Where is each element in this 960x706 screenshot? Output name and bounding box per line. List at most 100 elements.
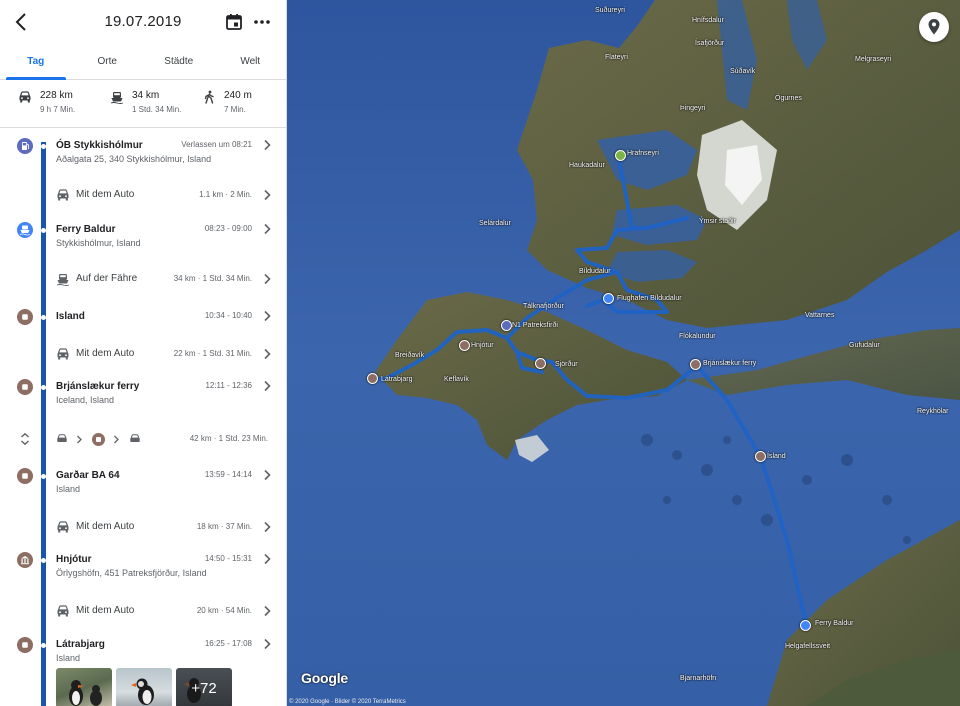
move-label: Mit dem Auto <box>76 605 135 616</box>
map-label: Hrafnseyri <box>627 150 659 157</box>
map-label: Helgafellssveit <box>785 643 831 650</box>
calendar-icon[interactable] <box>224 12 244 32</box>
stop-time: 13:59 - 14:14 <box>204 470 252 479</box>
timeline-stop[interactable]: ÓB Stykkishólmur Verlassen um 08:21 Aðal… <box>0 138 286 168</box>
map-label: Haukadalur <box>569 162 605 169</box>
chevron-right-icon <box>264 380 271 392</box>
move-detail: 20 km · 54 Min. <box>196 606 252 615</box>
airport-pin[interactable] <box>603 293 614 304</box>
place-pin[interactable] <box>459 340 470 351</box>
map-label: Hnífsdalur <box>692 17 724 24</box>
photo-thumbnail[interactable] <box>56 668 112 706</box>
map-label: Látrabjarg <box>381 376 413 383</box>
map-label: Bíldudalur <box>579 268 611 275</box>
timeline-move[interactable]: Mit dem Auto 22 km · 1 Std. 31 Min. <box>0 347 286 363</box>
satellite-map[interactable] <box>287 0 960 706</box>
map-label: Suðureyri <box>595 7 625 14</box>
location-button[interactable] <box>919 12 949 42</box>
chevron-right-icon <box>264 310 271 322</box>
more-photos-button[interactable]: +72 <box>176 668 232 706</box>
map-label: Ferry Baldur <box>815 620 854 627</box>
stop-name: Garðar BA 64 <box>56 470 120 481</box>
move-detail: 1.1 km · 2 Min. <box>199 190 252 199</box>
summary-walk-distance: 240 m <box>224 90 252 101</box>
stop-time: 10:34 - 10:40 <box>204 311 252 320</box>
car-icon <box>130 434 140 442</box>
car-icon <box>19 91 31 103</box>
map-attribution[interactable]: © 2020 Google · Bilder © 2020 TerraMetri… <box>289 699 406 705</box>
timeline-stop[interactable]: Island 10:34 - 10:40 <box>0 309 286 327</box>
stop-address: Örlygshöfn, 451 Patreksfjörður, Island <box>56 568 207 578</box>
timeline-stop[interactable]: Ferry Baldur 08:23 - 09:00 Stykkishólmur… <box>0 222 286 252</box>
move-label: Mit dem Auto <box>76 521 135 532</box>
place-icon <box>17 309 33 325</box>
map-label: Flateyri <box>605 54 628 61</box>
map-label: Ísland <box>767 453 786 460</box>
place-pin[interactable] <box>367 373 378 384</box>
map-label: Keflavík <box>444 376 469 383</box>
google-logo: Google <box>301 670 349 686</box>
map-label: Brjánslækur ferry <box>703 360 757 367</box>
stop-address: Island <box>56 653 81 663</box>
chevron-right-icon <box>77 435 82 444</box>
timeline-dot <box>41 474 46 479</box>
ferry-icon <box>17 222 33 238</box>
summary-car-duration: 9 h 7 Min. <box>40 105 76 114</box>
map-label: Þingeyri <box>680 105 706 112</box>
summary-car-distance: 228 km <box>40 90 73 101</box>
map-label: Sjörður <box>555 361 578 368</box>
chevron-right-icon <box>264 638 271 650</box>
photo-thumbnail[interactable] <box>116 668 172 706</box>
place-pin[interactable] <box>755 451 766 462</box>
summary-ferry-distance: 34 km <box>132 90 160 101</box>
gas-station-icon <box>17 138 33 154</box>
timeline-move[interactable]: Auf der Fähre 34 km · 1 Std. 34 Min. <box>0 272 286 288</box>
timeline-stop[interactable]: Garðar BA 64 13:59 - 14:14 Island <box>0 468 286 498</box>
map-label: Ýmsir staðir <box>699 218 736 225</box>
timeline-move[interactable]: Mit dem Auto 20 km · 54 Min. <box>0 604 286 620</box>
map-label: Breiðavík <box>395 352 425 359</box>
tab-tag[interactable]: Tag <box>0 44 72 80</box>
timeline-dot <box>41 315 46 320</box>
map-label: Vattarnes <box>805 312 835 319</box>
map-label: N1 Patreksfirði <box>512 322 558 329</box>
map-view[interactable]: Suðureyri Hnífsdalur Ísafjörður Flateyri… <box>287 0 960 706</box>
stop-name: Island <box>56 311 85 322</box>
move-detail: 42 km · 1 Std. 23 Min. <box>189 434 268 443</box>
car-icon <box>57 348 69 360</box>
timeline-stop[interactable]: Látrabjarg 16:25 - 17:08 Island <box>0 637 286 667</box>
more-options-icon[interactable] <box>252 12 272 32</box>
map-label: Súðavík <box>730 68 756 75</box>
stop-name: ÓB Stykkishólmur <box>56 140 143 151</box>
move-detail: 18 km · 37 Min. <box>196 522 252 531</box>
map-label: Selárdalur <box>479 220 511 227</box>
timeline-move[interactable]: Mit dem Auto 18 km · 37 Min. <box>0 520 286 536</box>
car-icon <box>57 434 67 442</box>
summary-ferry-duration: 1 Std. 34 Min. <box>132 105 182 114</box>
move-detail: 22 km · 1 Std. 31 Min. <box>173 349 252 358</box>
timeline-move[interactable]: Mit dem Auto 1.1 km · 2 Min. <box>0 188 286 204</box>
timeline-collapsed-moves[interactable]: 42 km · 1 Std. 23 Min. <box>0 432 286 448</box>
stop-time: 14:50 - 15:31 <box>204 554 252 563</box>
map-label: Melgraseyri <box>855 56 892 63</box>
chevron-right-icon <box>264 553 271 565</box>
stop-name: Látrabjarg <box>56 639 105 650</box>
camping-pin[interactable] <box>615 150 626 161</box>
timeline-stop[interactable]: Hnjótur 14:50 - 15:31 Örlygshöfn, 451 Pa… <box>0 552 286 582</box>
ferry-icon <box>110 92 124 104</box>
walking-icon <box>204 90 214 104</box>
tab-staedte[interactable]: Städte <box>143 44 215 79</box>
gas-station-pin[interactable] <box>501 320 512 331</box>
timeline-stop[interactable]: Brjánslækur ferry 12:11 - 12:36 Iceland,… <box>0 379 286 409</box>
summary-walk-duration: 7 Min. <box>224 105 246 114</box>
tab-bar: Tag Orte Städte Welt <box>0 44 286 80</box>
ferry-pin[interactable] <box>800 620 811 631</box>
car-icon <box>57 521 69 533</box>
place-icon <box>17 637 33 653</box>
expand-icon[interactable] <box>19 432 31 446</box>
museum-icon <box>17 552 33 568</box>
place-pin[interactable] <box>690 359 701 370</box>
place-pin[interactable] <box>535 358 546 369</box>
tab-welt[interactable]: Welt <box>215 44 287 79</box>
tab-orte[interactable]: Orte <box>72 44 144 79</box>
